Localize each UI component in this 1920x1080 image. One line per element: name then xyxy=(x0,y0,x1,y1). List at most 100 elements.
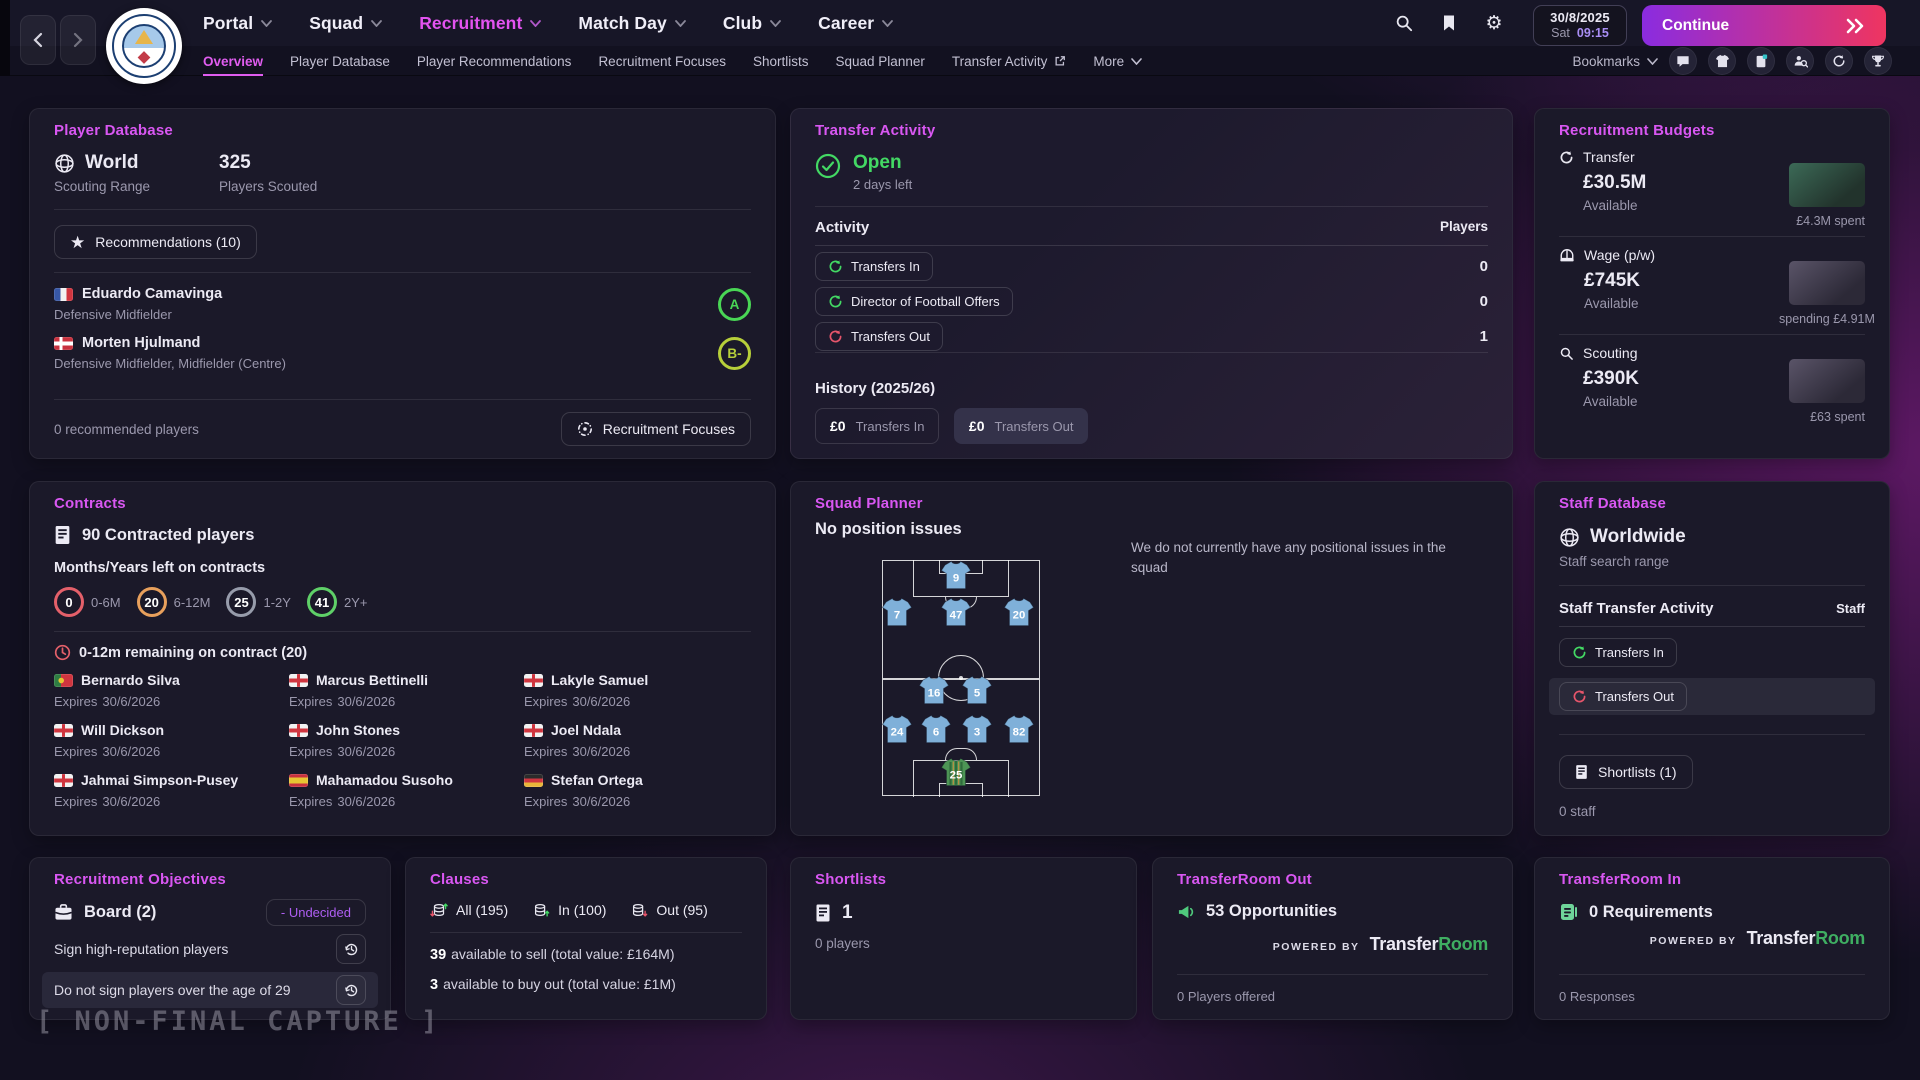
pitch-player[interactable]: 16 xyxy=(918,674,951,705)
pitch-player[interactable]: 7 xyxy=(881,597,914,628)
objective-row[interactable]: Do not sign players over the age of 29 xyxy=(42,972,378,1008)
transfers-out-chip[interactable]: Transfers Out xyxy=(815,322,943,351)
clauses-all-icon xyxy=(430,901,448,919)
nav-recruitment[interactable]: Recruitment xyxy=(419,13,541,34)
contract-player[interactable]: Stefan OrtegaExpires30/6/2026 xyxy=(524,772,751,809)
nation-flag xyxy=(524,724,543,737)
recommendations-button-label: Recommendations (10) xyxy=(95,234,241,250)
nav-career[interactable]: Career xyxy=(818,13,893,34)
staff-shortlists-button[interactable]: Shortlists (1) xyxy=(1559,755,1693,789)
pitch-player[interactable]: 24 xyxy=(881,714,914,745)
chevron-down-icon xyxy=(530,20,541,27)
recruitment-focuses-button[interactable]: Recruitment Focuses xyxy=(561,412,751,446)
settings-icon[interactable]: ⚙ xyxy=(1484,13,1504,33)
clauses-out-filter[interactable]: Out (95) xyxy=(630,901,707,919)
subnav-squad-planner[interactable]: Squad Planner xyxy=(836,46,925,76)
club-badge[interactable] xyxy=(106,8,182,84)
objectives-status-pill[interactable]: - Undecided xyxy=(266,899,366,926)
recommendations-button[interactable]: ★ Recommendations (10) xyxy=(54,225,257,259)
objective-history-button[interactable] xyxy=(336,975,366,1005)
chevron-down-icon xyxy=(770,20,781,27)
recommended-player-row[interactable]: Eduardo Camavinga Defensive Midfielder A xyxy=(54,286,751,322)
search-icon[interactable] xyxy=(1394,13,1414,33)
non-final-capture-watermark: [ NON-FINAL CAPTURE ] xyxy=(36,1006,440,1037)
subnav-shortlists[interactable]: Shortlists xyxy=(753,46,809,76)
dof-offers-count: 0 xyxy=(1480,293,1488,310)
briefcase-icon xyxy=(54,904,73,921)
objective-history-button[interactable] xyxy=(336,934,366,964)
nav-club[interactable]: Club xyxy=(723,13,781,34)
subnav-player-recommendations[interactable]: Player Recommendations xyxy=(417,46,572,76)
recruitment-objectives-card: Recruitment Objectives Board (2) - Undec… xyxy=(29,857,391,1020)
subnav-transfer-activity[interactable]: Transfer Activity xyxy=(952,46,1067,76)
expiry-date: 30/6/2026 xyxy=(572,794,630,809)
transfers-in-chip[interactable]: Transfers In xyxy=(815,252,933,281)
scout-search-icon[interactable] xyxy=(1786,47,1814,75)
globe-icon xyxy=(54,153,75,174)
sync-icon[interactable] xyxy=(1825,47,1853,75)
pitch-player[interactable]: 3 xyxy=(960,714,993,745)
back-button[interactable] xyxy=(20,15,56,65)
continue-button[interactable]: Continue xyxy=(1642,5,1886,46)
contract-player[interactable]: Bernardo SilvaExpires30/6/2026 xyxy=(54,672,281,709)
scouting-range-value: World xyxy=(85,152,138,174)
history-transfers-out-button[interactable]: £0Transfers Out xyxy=(954,408,1089,444)
bookmark-icon[interactable] xyxy=(1439,13,1459,33)
divider xyxy=(430,932,742,933)
clauses-all-filter[interactable]: All (195) xyxy=(430,901,508,919)
svg-text:3: 3 xyxy=(973,727,979,739)
contract-player[interactable]: Marcus BettinelliExpires30/6/2026 xyxy=(289,672,516,709)
subnav-more[interactable]: More xyxy=(1093,46,1142,76)
chevron-down-icon xyxy=(1647,58,1658,65)
nation-flag xyxy=(524,674,543,687)
report-icon[interactable] xyxy=(1747,47,1775,75)
nav-portal[interactable]: Portal xyxy=(203,13,272,34)
inbox-icon[interactable] xyxy=(1669,47,1697,75)
expires-label: Expires xyxy=(289,744,332,759)
nav-squad[interactable]: Squad xyxy=(309,13,382,34)
staff-transfers-in-chip[interactable]: Transfers In xyxy=(1559,638,1677,667)
pitch-player[interactable]: 20 xyxy=(1002,597,1035,628)
pitch-player[interactable]: 47 xyxy=(940,597,973,628)
forward-button[interactable] xyxy=(60,15,96,65)
contract-player[interactable]: Lakyle SamuelExpires30/6/2026 xyxy=(524,672,751,709)
dof-offers-chip[interactable]: Director of Football Offers xyxy=(815,287,1013,316)
expiry-date: 30/6/2026 xyxy=(337,694,395,709)
player-name: Jahmai Simpson-Pusey xyxy=(81,772,238,788)
section-subnav: Overview Player Database Player Recommen… xyxy=(203,46,1142,76)
expiring-contracts-title: 0-12m remaining on contract (20) xyxy=(79,645,307,661)
objective-row[interactable]: Sign high-reputation players xyxy=(42,931,378,967)
clauses-in-label: In (100) xyxy=(558,902,606,918)
clauses-in-filter[interactable]: In (100) xyxy=(532,901,606,919)
contract-player[interactable]: Will DicksonExpires30/6/2026 xyxy=(54,722,281,759)
pitch-player[interactable]: 5 xyxy=(960,674,993,705)
staff-transfers-out-chip[interactable]: Transfers Out xyxy=(1559,682,1687,711)
divider xyxy=(54,209,751,210)
subnav-recruitment-focuses[interactable]: Recruitment Focuses xyxy=(598,46,726,76)
recruitment-budgets-card: Recruitment Budgets Transfer £30.5M Avai… xyxy=(1534,108,1890,459)
player-info: Eduardo Camavinga Defensive Midfielder xyxy=(54,286,222,322)
pitch-player-goalkeeper[interactable]: 25 xyxy=(940,756,973,787)
clock-history-icon xyxy=(344,942,359,957)
staff-transfers-out-row: Transfers Out xyxy=(1549,678,1875,715)
bookmarks-dropdown[interactable]: Bookmarks xyxy=(1572,54,1658,69)
pitch-player[interactable]: 6 xyxy=(920,714,953,745)
transfer-cycle-icon xyxy=(828,329,843,344)
contract-player[interactable]: Mahamadou SusohoExpires30/6/2026 xyxy=(289,772,516,809)
brand-transfer: Transfer xyxy=(1747,928,1816,948)
magnifier-icon xyxy=(1559,346,1574,361)
contract-player[interactable]: Joel NdalaExpires30/6/2026 xyxy=(524,722,751,759)
history-transfers-in-button[interactable]: £0Transfers In xyxy=(815,408,939,444)
chevron-right-icon xyxy=(73,32,83,48)
pitch-player[interactable]: 9 xyxy=(940,560,973,591)
players-offered-count: 0 Players offered xyxy=(1177,989,1275,1004)
shirt-icon[interactable] xyxy=(1708,47,1736,75)
nav-match-day[interactable]: Match Day xyxy=(578,13,685,34)
recommended-player-row[interactable]: Morten Hjulmand Defensive Midfielder, Mi… xyxy=(54,335,751,371)
trophy-icon[interactable] xyxy=(1864,47,1892,75)
contract-player[interactable]: Jahmai Simpson-PuseyExpires30/6/2026 xyxy=(54,772,281,809)
subnav-player-database[interactable]: Player Database xyxy=(290,46,390,76)
contract-player[interactable]: John StonesExpires30/6/2026 xyxy=(289,722,516,759)
subnav-overview[interactable]: Overview xyxy=(203,46,263,76)
pitch-player[interactable]: 82 xyxy=(1002,714,1035,745)
